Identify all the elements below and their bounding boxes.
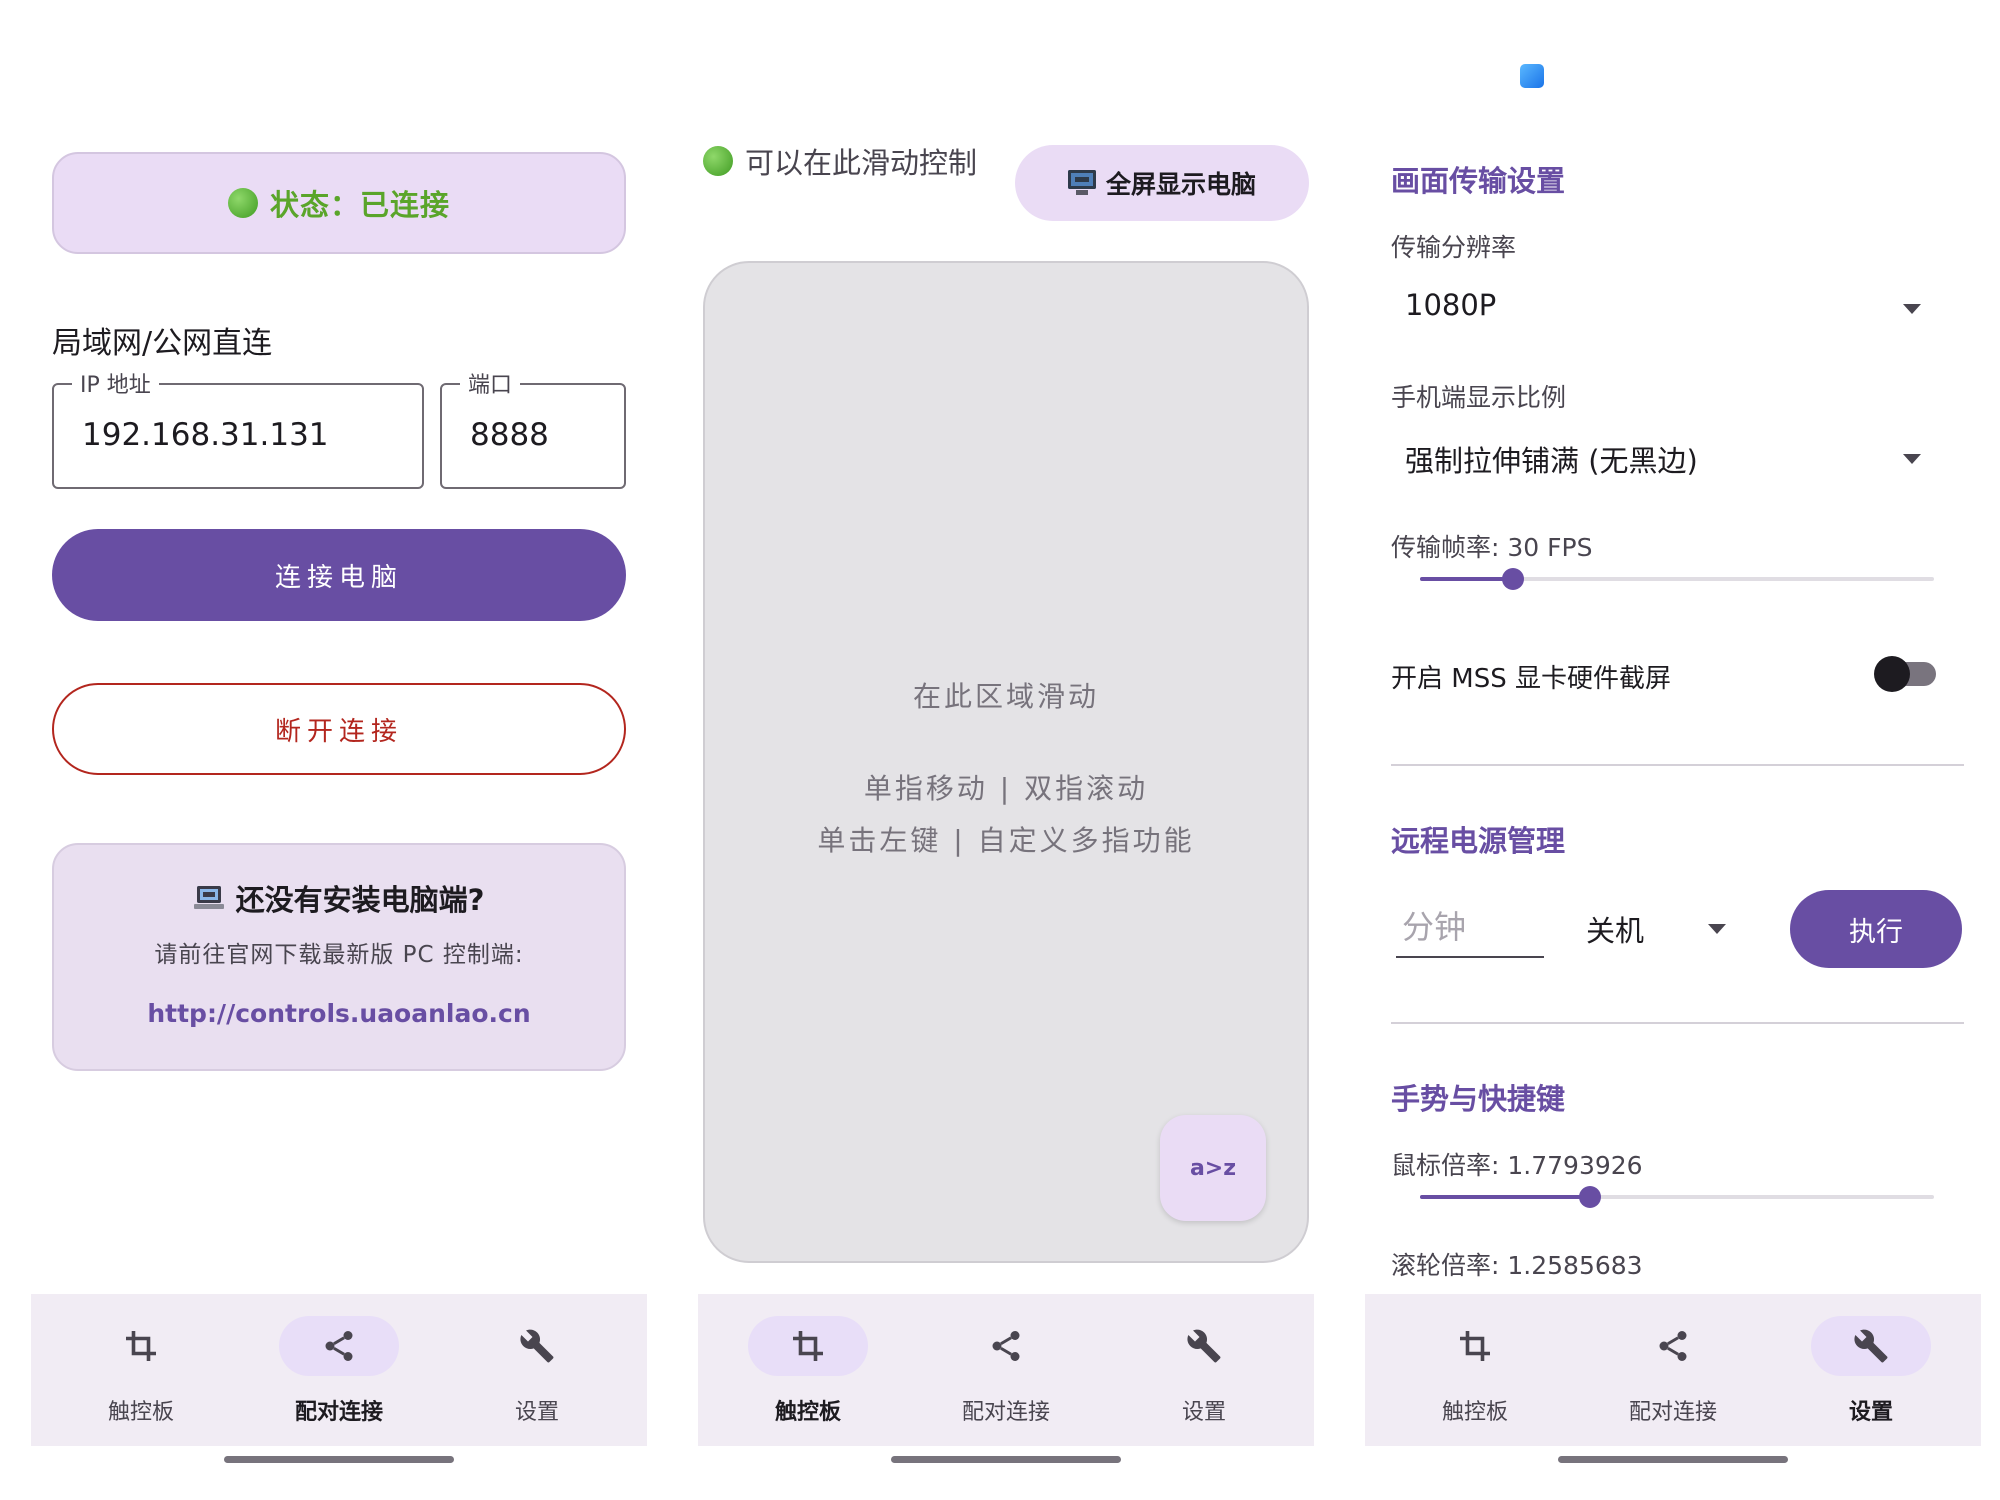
- laptop-icon: [193, 886, 224, 910]
- nav-label: 设置: [514, 1400, 559, 1425]
- gestures-title: 手势与快捷键: [1391, 1082, 1566, 1116]
- bottom-navigation: 触控板 配对连接 设置: [1365, 1294, 1981, 1446]
- share-icon: [1583, 1328, 1763, 1364]
- power-management-title: 远程电源管理: [1391, 824, 1566, 858]
- connection-screen: 状态：已连接 局域网/公网直连 IP 地址 192.168.31.131 端口 …: [0, 0, 666, 1500]
- fps-label: 传输帧率: 30 FPS: [1391, 533, 1593, 562]
- wrench-icon: [447, 1328, 627, 1364]
- dropdown-arrow-icon: [1903, 454, 1921, 464]
- mouse-multiplier-slider[interactable]: [1420, 1182, 1934, 1212]
- slider-fill: [1420, 577, 1513, 581]
- green-dot-icon: [227, 188, 258, 218]
- home-indicator: [1558, 1456, 1788, 1463]
- app-icon: [1520, 64, 1544, 88]
- slider-thumb[interactable]: [1578, 1186, 1601, 1208]
- touchpad-screen: 可以在此滑动控制 全屏显示电脑 在此区域滑动 单指移动 | 双指滚动 单击左键 …: [667, 0, 1333, 1500]
- power-action-value: 关机: [1586, 914, 1645, 948]
- nav-item-settings[interactable]: 设置: [1114, 1294, 1294, 1446]
- touchpad-area-title: 在此区域滑动: [912, 680, 1099, 713]
- touchpad-instructions-line2: 单击左键 | 自定义多指功能: [817, 824, 1195, 857]
- nav-item-pair[interactable]: 配对连接: [249, 1294, 429, 1446]
- minutes-input[interactable]: [1396, 898, 1544, 958]
- install-title: 还没有安装电脑端?: [235, 883, 485, 917]
- port-value[interactable]: 8888: [470, 417, 549, 453]
- settings-screen: 画面传输设置 传输分辨率 1080P 手机端显示比例 强制拉伸铺满 (无黑边) …: [1334, 0, 2000, 1500]
- resolution-value: 1080P: [1405, 288, 1497, 322]
- touchpad-hint-text: 可以在此滑动控制: [745, 146, 978, 180]
- nav-label: 触控板: [107, 1400, 174, 1425]
- bottom-navigation: 触控板 配对连接 设置: [31, 1294, 647, 1446]
- status-text: 状态：已连接: [269, 188, 450, 222]
- power-action-select[interactable]: 关机: [1572, 896, 1736, 956]
- mouse-multiplier-label: 鼠标倍率: 1.7793926: [1391, 1151, 1643, 1180]
- touchpad-instructions-line1: 单指移动 | 双指滚动: [863, 772, 1149, 805]
- ip-address-value[interactable]: 192.168.31.131: [82, 417, 329, 453]
- share-icon: [249, 1328, 429, 1364]
- crop-icon: [718, 1328, 898, 1364]
- resolution-label: 传输分辨率: [1391, 233, 1517, 262]
- display-ratio-select[interactable]: 强制拉伸铺满 (无黑边): [1391, 428, 1935, 488]
- slider-thumb[interactable]: [1501, 568, 1524, 590]
- monitor-icon: [1067, 170, 1096, 196]
- install-title-row: 还没有安装电脑端?: [54, 877, 624, 919]
- dropdown-arrow-icon: [1708, 924, 1726, 934]
- download-link[interactable]: http://controls.uaoanlao.cn: [54, 999, 624, 1028]
- nav-label: 触控板: [774, 1400, 841, 1425]
- display-ratio-value: 强制拉伸铺满 (无黑边): [1405, 444, 1698, 478]
- nav-label: 配对连接: [1628, 1400, 1717, 1425]
- bottom-navigation: 触控板 配对连接 设置: [698, 1294, 1314, 1446]
- crop-icon: [1385, 1328, 1565, 1364]
- touchpad-area[interactable]: 在此区域滑动 单指移动 | 双指滚动 单击左键 | 自定义多指功能 a>z: [703, 261, 1309, 1263]
- nav-label: 设置: [1848, 1400, 1893, 1425]
- nav-item-touchpad[interactable]: 触控板: [51, 1294, 231, 1446]
- mss-capture-toggle[interactable]: [1874, 656, 1936, 692]
- crop-icon: [51, 1328, 231, 1364]
- section-divider: [1391, 764, 1964, 766]
- keyboard-fab[interactable]: a>z: [1160, 1115, 1266, 1221]
- toggle-thumb: [1874, 656, 1910, 692]
- execute-button[interactable]: 执行: [1790, 890, 1962, 968]
- direct-connect-label: 局域网/公网直连: [52, 326, 273, 361]
- resolution-select[interactable]: 1080P: [1391, 278, 1935, 338]
- mss-capture-label: 开启 MSS 显卡硬件截屏: [1391, 664, 1671, 694]
- nav-item-touchpad[interactable]: 触控板: [718, 1294, 898, 1446]
- status-card: 状态：已连接: [52, 152, 626, 254]
- fullscreen-label: 全屏显示电脑: [1105, 170, 1256, 199]
- nav-label: 设置: [1181, 1400, 1226, 1425]
- connect-button[interactable]: 连接电脑: [52, 529, 626, 621]
- install-description: 请前往官网下载最新版 PC 控制端:: [154, 942, 524, 968]
- minutes-field[interactable]: [1396, 898, 1544, 956]
- nav-item-settings[interactable]: 设置: [447, 1294, 627, 1446]
- green-dot-icon: [703, 146, 733, 176]
- display-ratio-label: 手机端显示比例: [1391, 383, 1567, 412]
- nav-item-pair[interactable]: 配对连接: [916, 1294, 1096, 1446]
- touchpad-hint: 可以在此滑动控制: [703, 140, 977, 182]
- dropdown-arrow-icon: [1903, 304, 1921, 314]
- ip-address-legend: IP 地址: [72, 367, 159, 399]
- nav-item-touchpad[interactable]: 触控板: [1385, 1294, 1565, 1446]
- fullscreen-button[interactable]: 全屏显示电脑: [1015, 145, 1309, 221]
- section-divider: [1391, 1022, 1964, 1024]
- port-field[interactable]: 端口 8888: [440, 367, 626, 489]
- disconnect-button[interactable]: 断开连接: [52, 683, 626, 775]
- wrench-icon: [1114, 1328, 1294, 1364]
- share-icon: [916, 1328, 1096, 1364]
- home-indicator: [224, 1456, 454, 1463]
- install-card: 还没有安装电脑端? 请前往官网下载最新版 PC 控制端: http://cont…: [52, 843, 626, 1071]
- ip-address-field[interactable]: IP 地址 192.168.31.131: [52, 367, 424, 489]
- nav-item-settings[interactable]: 设置: [1781, 1294, 1961, 1446]
- nav-label: 配对连接: [294, 1400, 383, 1425]
- slider-fill: [1420, 1195, 1590, 1199]
- wrench-icon: [1781, 1328, 1961, 1364]
- nav-label: 配对连接: [961, 1400, 1050, 1425]
- nav-item-pair[interactable]: 配对连接: [1583, 1294, 1763, 1446]
- nav-label: 触控板: [1441, 1400, 1508, 1425]
- screen-transfer-title: 画面传输设置: [1391, 164, 1566, 198]
- fps-slider[interactable]: [1420, 564, 1934, 594]
- wheel-multiplier-label: 滚轮倍率: 1.2585683: [1391, 1251, 1643, 1280]
- home-indicator: [891, 1456, 1121, 1463]
- port-legend: 端口: [460, 367, 521, 399]
